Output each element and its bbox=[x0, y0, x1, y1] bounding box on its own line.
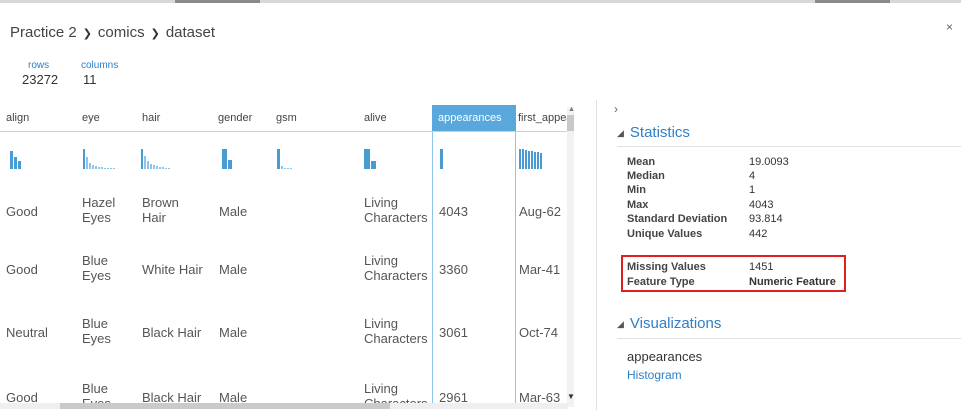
chevron-right-icon: ❯ bbox=[82, 28, 92, 40]
table-cell: 3061 bbox=[439, 325, 468, 340]
visualizations-section-header[interactable]: ◢ Visualizations bbox=[617, 315, 721, 332]
stat-label: Mean bbox=[627, 156, 656, 168]
columns-summary: columns 11 bbox=[81, 60, 118, 87]
vertical-scrollbar[interactable] bbox=[567, 107, 574, 407]
appearances-mini-histogram[interactable] bbox=[440, 149, 450, 169]
table-cell: Good bbox=[6, 204, 38, 219]
table-cell: Black Hair bbox=[142, 325, 202, 340]
scrollbar-thumb[interactable] bbox=[60, 403, 390, 409]
rows-summary: rows 23272 bbox=[22, 60, 58, 87]
rows-value: 23272 bbox=[22, 72, 59, 87]
breadcrumb-item-experiment[interactable]: Practice 2 bbox=[10, 24, 77, 41]
visualization-feature-name: appearances bbox=[627, 349, 703, 364]
scroll-down-icon[interactable]: ▼ bbox=[567, 392, 575, 401]
column-header-row: align eye hair gender gsm alive appearan… bbox=[0, 105, 568, 132]
stat-label: Max bbox=[627, 199, 649, 211]
panel-divider bbox=[596, 100, 597, 410]
table-cell: Living Characters bbox=[364, 253, 428, 283]
stat-value: 1 bbox=[749, 184, 756, 196]
table-cell: Oct-74 bbox=[519, 325, 559, 340]
table-cell: Hazel Eyes bbox=[82, 195, 116, 225]
gender-mini-histogram[interactable] bbox=[222, 149, 242, 169]
stat-value: 4 bbox=[749, 170, 756, 182]
top-divider-tick bbox=[815, 0, 890, 3]
alive-mini-histogram[interactable] bbox=[364, 149, 384, 169]
stat-value: 442 bbox=[749, 228, 768, 240]
scroll-up-icon[interactable]: ▲ bbox=[568, 106, 575, 113]
table-cell: Living Characters bbox=[364, 316, 428, 346]
first-appearance-mini-histogram[interactable] bbox=[519, 149, 547, 169]
stat-value: 19.0093 bbox=[749, 156, 789, 168]
stat-label: Unique Values bbox=[627, 228, 703, 240]
statistics-section-header[interactable]: ◢ Statistics bbox=[617, 124, 690, 141]
missing-values-highlight-box bbox=[621, 255, 846, 292]
dataset-grid: align eye hair gender gsm alive appearan… bbox=[0, 105, 568, 405]
table-cell: Brown Hair bbox=[142, 195, 179, 225]
column-header-align[interactable]: align bbox=[0, 105, 68, 131]
stat-label: Median bbox=[627, 170, 665, 182]
hair-mini-histogram[interactable] bbox=[141, 149, 181, 169]
section-divider bbox=[617, 146, 961, 147]
stat-value: 93.814 bbox=[749, 213, 783, 225]
scrollbar-thumb[interactable] bbox=[567, 115, 574, 131]
table-cell: 4043 bbox=[439, 204, 468, 219]
table-cell: Male bbox=[219, 204, 248, 219]
table-cell: Male bbox=[219, 325, 248, 340]
table-cell: Good bbox=[6, 262, 38, 277]
columns-value: 11 bbox=[83, 72, 97, 87]
table-cell: Neutral bbox=[6, 325, 48, 340]
column-header-gsm[interactable]: gsm bbox=[270, 105, 330, 131]
column-header-hair[interactable]: hair bbox=[136, 105, 206, 131]
column-header-alive[interactable]: alive bbox=[358, 105, 428, 131]
table-cell: Blue Eyes bbox=[82, 316, 111, 346]
stat-label: Standard Deviation bbox=[627, 213, 728, 225]
column-header-first-appearance[interactable]: first_appea bbox=[512, 105, 568, 131]
table-cell: Blue Eyes bbox=[82, 381, 111, 405]
table-cell: White Hair bbox=[142, 262, 203, 277]
table-cell: 3360 bbox=[439, 262, 468, 277]
stat-value: 4043 bbox=[749, 199, 774, 211]
table-cell: Mar-41 bbox=[519, 262, 561, 277]
rows-label: rows bbox=[28, 60, 50, 71]
statistics-title: Statistics bbox=[629, 124, 690, 141]
chevron-right-icon: ❯ bbox=[150, 28, 160, 40]
column-header-gender[interactable]: gender bbox=[212, 105, 268, 131]
stat-label: Min bbox=[627, 184, 646, 196]
table-cell: Blue Eyes bbox=[82, 253, 111, 283]
close-icon[interactable]: × bbox=[946, 20, 953, 34]
breadcrumb-item-dataset-module[interactable]: comics bbox=[98, 24, 145, 41]
align-mini-histogram[interactable] bbox=[10, 149, 30, 169]
column-header-eye[interactable]: eye bbox=[76, 105, 134, 131]
top-divider bbox=[0, 0, 961, 3]
section-divider bbox=[617, 338, 961, 339]
top-divider-tick bbox=[175, 0, 260, 3]
histogram-link[interactable]: Histogram bbox=[627, 368, 682, 382]
table-cell: Male bbox=[219, 262, 248, 277]
column-header-appearances[interactable]: appearances bbox=[432, 105, 516, 131]
triangle-down-icon: ◢ bbox=[617, 319, 624, 329]
horizontal-scrollbar[interactable] bbox=[0, 403, 568, 409]
table-cell: Aug-62 bbox=[519, 204, 561, 219]
columns-label: columns bbox=[81, 60, 119, 71]
triangle-down-icon: ◢ bbox=[617, 128, 624, 138]
table-cell: Living Characters bbox=[364, 195, 428, 225]
table-cell: Living Characters bbox=[364, 381, 428, 405]
gsm-mini-histogram[interactable] bbox=[277, 149, 317, 169]
visualizations-title: Visualizations bbox=[629, 315, 722, 332]
breadcrumb: Practice 2 ❯ comics ❯ dataset bbox=[10, 24, 215, 41]
chevron-right-icon[interactable]: › bbox=[614, 102, 618, 116]
breadcrumb-item-output: dataset bbox=[165, 24, 216, 41]
eye-mini-histogram[interactable] bbox=[83, 149, 123, 169]
